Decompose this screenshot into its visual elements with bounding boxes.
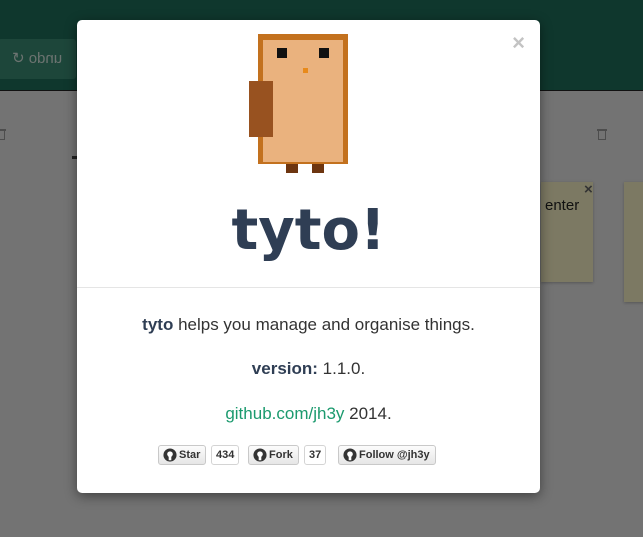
github-link[interactable]: github.com/jh3y bbox=[225, 404, 344, 423]
github-star-button[interactable]: Star bbox=[158, 445, 207, 465]
version-label: version: bbox=[251, 359, 318, 378]
owl-logo bbox=[249, 34, 348, 173]
star-count[interactable]: 434 bbox=[211, 445, 240, 465]
app-title: tyto! bbox=[231, 198, 386, 263]
app-name: tyto bbox=[142, 315, 174, 334]
credits: github.com/jh3y 2014. bbox=[77, 404, 540, 424]
credits-year: 2014. bbox=[344, 404, 392, 423]
star-label: Star bbox=[179, 449, 201, 461]
follow-label: Follow @jh3y bbox=[359, 449, 430, 461]
github-icon bbox=[163, 448, 177, 462]
version-info: version: 1.1.0. bbox=[77, 359, 540, 379]
fork-count[interactable]: 37 bbox=[304, 445, 327, 465]
close-icon[interactable]: × bbox=[512, 32, 525, 54]
divider bbox=[77, 287, 540, 288]
app-description: tyto helps you manage and organise thing… bbox=[77, 315, 540, 335]
description-text: helps you manage and organise things. bbox=[173, 315, 475, 334]
about-modal: × tyto! tyto helps you manage and organi… bbox=[77, 20, 540, 493]
github-fork-button[interactable]: Fork bbox=[248, 445, 299, 465]
github-buttons: Star 434 Fork 37 Follow @jh3y bbox=[77, 445, 540, 465]
version-value: 1.1.0. bbox=[317, 359, 366, 378]
github-icon bbox=[343, 448, 357, 462]
github-icon bbox=[253, 448, 267, 462]
github-follow-button[interactable]: Follow @jh3y bbox=[338, 445, 436, 465]
fork-label: Fork bbox=[269, 449, 293, 461]
